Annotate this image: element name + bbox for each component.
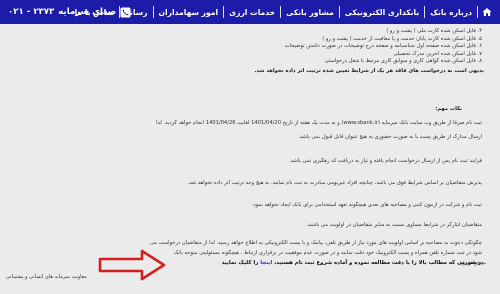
list-item: ۵. فایل اسکن شده کارت پایان خدمت و یا مع… bbox=[322, 35, 482, 42]
paragraph-line: فرایند ثبت نام پس از ارسال درخواست انجام… bbox=[289, 158, 482, 164]
phone-label: صدای سرمایه bbox=[58, 7, 117, 17]
cta-text-before: در صورتی که مطالب بالا را با دقت مطالعه … bbox=[274, 260, 484, 266]
list-item: ۷. فایل اسکن شده آخرین مدرک تحصیلی bbox=[393, 50, 482, 57]
required-documents-list: ۴. فایل اسکن شده کارت ملی ( پشت و رو ) ۵… bbox=[182, 28, 482, 66]
nav-currency[interactable]: خدمات ارزی bbox=[224, 0, 280, 24]
call-center[interactable]: صدای سرمایه ۲۳۷۳ - ۰۲۱ bbox=[8, 0, 131, 24]
nav-ebanking[interactable]: بانکداری الکترونیکی bbox=[340, 0, 424, 24]
department-signature: معاونت سرمایه های انسانی و پشتیبانی bbox=[6, 274, 87, 280]
list-item: ۴. فایل اسکن شده کارت ملی ( پشت و رو ) bbox=[386, 28, 482, 34]
note-paragraph: فرایند ثبت نام پس از ارسال درخواست انجام… bbox=[24, 158, 482, 165]
nav-divider bbox=[424, 6, 426, 18]
red-arrow-icon bbox=[98, 249, 166, 281]
announcement-page: ۴. فایل اسکن شده کارت ملی ( پشت و رو ) ۵… bbox=[0, 24, 500, 294]
paragraph-line: چگونگی دعوت به مصاحبه بر اساس اولویت های… bbox=[149, 240, 482, 246]
nav-about[interactable]: درباره بانک bbox=[425, 0, 477, 24]
announcement-content: ۴. فایل اسکن شده کارت ملی ( پشت و رو ) ۵… bbox=[6, 24, 494, 294]
nav-divider bbox=[280, 6, 282, 18]
list-item: ۶. فایل اسکن شده صفحه اول شناسنامه و صفح… bbox=[284, 43, 482, 50]
paragraph-line: شود در ثبت شماره تلفن همراه و پست الکترو… bbox=[173, 250, 482, 257]
important-notes-title: نکات مهم: bbox=[435, 106, 462, 112]
paragraph-line: ثبت نام و شرکت در آزمون کتبی و مصاحبه ها… bbox=[251, 202, 482, 208]
nav-divider bbox=[152, 6, 154, 18]
top-navigation-bar: درباره بانک بانکداری الکترونیکی مشاور با… bbox=[0, 0, 500, 24]
note-paragraph: متقاضیان ایثارگر در شرایط مساوی نسبت به … bbox=[24, 222, 482, 229]
paragraph-line: متقاضیان ایثارگر در شرایط مساوی نسبت به … bbox=[305, 222, 482, 228]
paragraph-line: ثبت نام صرفا از طریق وب سایت بانک سرمایه… bbox=[156, 120, 482, 126]
phone-icon bbox=[120, 6, 131, 18]
eligibility-notice: بدیهی است به درخواست های فاقد هر یک از ش… bbox=[254, 68, 484, 74]
note-paragraph: پذیرش متقاضیان بر اساس شرایط فوق می باشد… bbox=[24, 180, 482, 187]
registration-link[interactable]: اینجا bbox=[260, 260, 272, 266]
paragraph-line: پذیرش متقاضیان بر اساس شرایط فوق می باشد… bbox=[187, 180, 482, 186]
home-icon[interactable] bbox=[478, 0, 496, 24]
phone-number: ۲۳۷۳ - ۰۲۱ bbox=[8, 7, 55, 17]
note-paragraph: ثبت نام و شرکت در آزمون کتبی و مصاحبه ها… bbox=[24, 202, 482, 209]
main-nav: درباره بانک بانکداری الکترونیکی مشاور با… bbox=[70, 0, 500, 24]
note-paragraph: ثبت نام صرفا از طریق وب سایت بانک سرمایه… bbox=[24, 120, 482, 141]
nav-divider bbox=[223, 6, 225, 18]
nav-shareholders[interactable]: امور سهامداران bbox=[154, 0, 224, 24]
list-item: ۸. فایل اسکن شده گواهی کاری و سوابق کاری… bbox=[324, 58, 482, 65]
nav-advisor[interactable]: مشاور بانکی bbox=[281, 0, 339, 24]
nav-divider bbox=[338, 6, 340, 18]
registration-call-to-action: در صورتی که مطالب بالا را با دقت مطالعه … bbox=[222, 260, 486, 266]
nav-divider bbox=[477, 6, 478, 18]
paragraph-line: ارسال مدارک از طریق پست یا به صورت حضوری… bbox=[298, 134, 482, 141]
